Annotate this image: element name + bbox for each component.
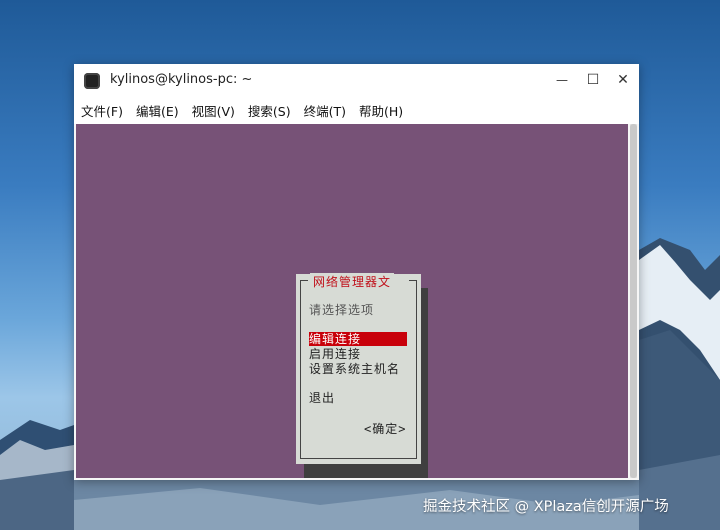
option-activate-connection[interactable]: 启用连接 bbox=[309, 347, 407, 361]
dialog-title: 网络管理器文 bbox=[310, 273, 395, 290]
close-icon: ✕ bbox=[617, 72, 629, 88]
terminal-window: kylinos@kylinos-pc: ~ — ☐ ✕ 文件(F) 编辑(E) … bbox=[74, 64, 639, 480]
minimize-button[interactable]: — bbox=[549, 68, 575, 92]
maximize-button[interactable]: ☐ bbox=[580, 68, 606, 92]
menu-terminal[interactable]: 终端(T) bbox=[297, 101, 352, 120]
menu-bar: 文件(F) 编辑(E) 视图(V) 搜索(S) 终端(T) 帮助(H) bbox=[74, 96, 639, 124]
network-manager-dialog: 网络管理器文 请选择选项 编辑连接 启用连接 设置系统主机名 退出 <确定> bbox=[296, 273, 421, 464]
option-edit-connection[interactable]: 编辑连接 bbox=[309, 332, 407, 346]
window-title: kylinos@kylinos-pc: ~ bbox=[110, 72, 253, 87]
terminal-area[interactable]: 网络管理器文 请选择选项 编辑连接 启用连接 设置系统主机名 退出 <确定> bbox=[76, 124, 628, 478]
option-quit[interactable]: 退出 bbox=[309, 391, 407, 405]
minimize-icon: — bbox=[556, 73, 568, 87]
maximize-icon: ☐ bbox=[586, 72, 600, 88]
dialog-frame-top-left bbox=[300, 280, 308, 281]
scrollbar-thumb[interactable] bbox=[630, 124, 637, 478]
menu-search[interactable]: 搜索(S) bbox=[241, 101, 297, 120]
close-button[interactable]: ✕ bbox=[610, 68, 636, 92]
menu-help[interactable]: 帮助(H) bbox=[352, 101, 409, 120]
dialog-prompt: 请选择选项 bbox=[309, 303, 375, 317]
title-bar[interactable]: kylinos@kylinos-pc: ~ — ☐ ✕ bbox=[74, 64, 639, 96]
option-set-hostname[interactable]: 设置系统主机名 bbox=[309, 362, 407, 376]
menu-view[interactable]: 视图(V) bbox=[185, 101, 241, 120]
ok-button[interactable]: <确定> bbox=[364, 420, 406, 437]
menu-file[interactable]: 文件(F) bbox=[74, 101, 129, 120]
dialog-frame-top-right bbox=[409, 280, 416, 281]
menu-edit[interactable]: 编辑(E) bbox=[129, 101, 185, 120]
terminal-app-icon bbox=[84, 73, 100, 89]
watermark-text: 掘金技术社区 @ XPlaza信创开源广场 bbox=[423, 499, 669, 515]
